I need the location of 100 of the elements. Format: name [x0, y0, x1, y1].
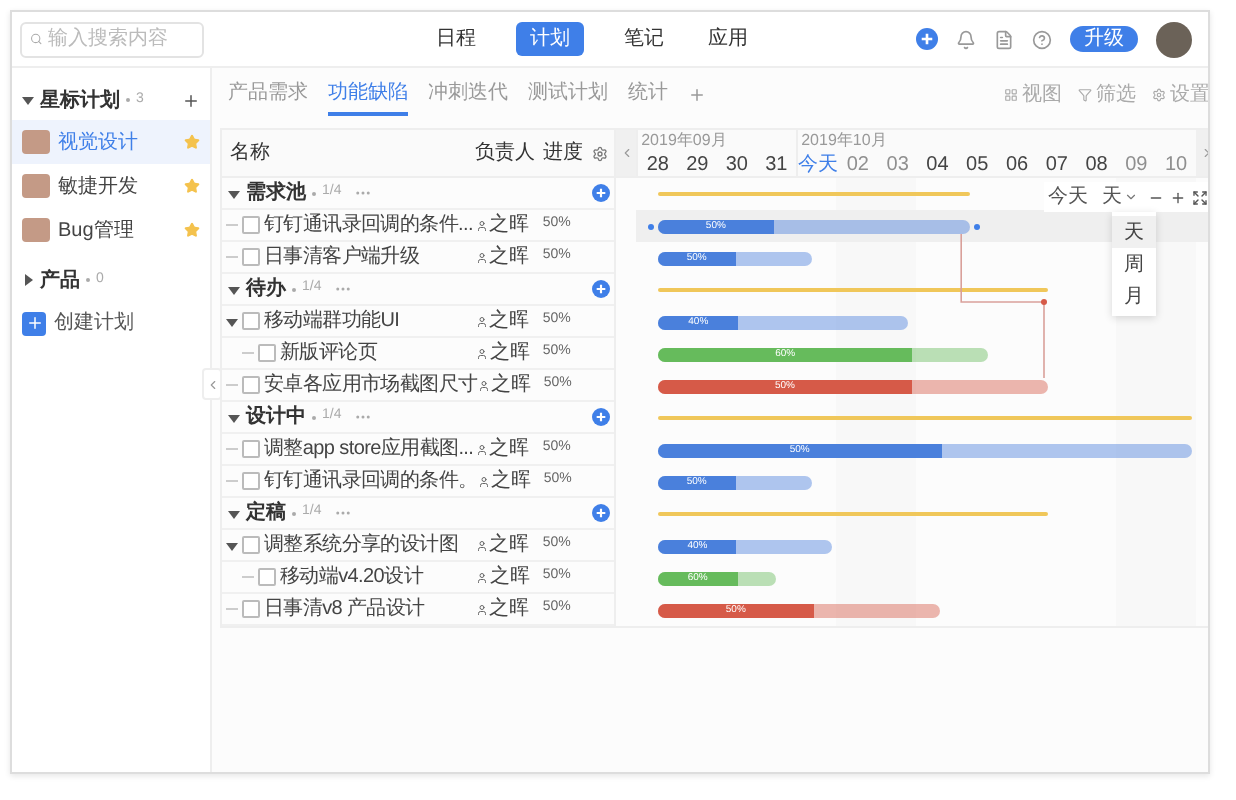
checkbox[interactable] — [242, 376, 260, 394]
add-icon[interactable] — [916, 28, 938, 50]
tab[interactable]: 统计 — [628, 72, 668, 116]
toolbar-button[interactable]: 筛选 — [1078, 79, 1136, 109]
handle-icon[interactable] — [973, 223, 980, 229]
menu-item[interactable]: 周 — [1112, 248, 1156, 280]
avatar[interactable] — [1156, 21, 1192, 57]
add-icon[interactable] — [591, 504, 610, 522]
caret-icon[interactable] — [226, 539, 238, 551]
zoom-in-icon[interactable] — [1170, 189, 1186, 205]
owner-name: 之晖 — [489, 307, 530, 336]
month-label: 2019年09月 — [639, 132, 729, 150]
today-button[interactable]: 今天 — [1044, 182, 1092, 212]
settings-icon[interactable] — [592, 145, 609, 161]
person-icon — [475, 315, 488, 327]
task-name: 日事清v8 产品设计 — [264, 595, 425, 624]
add-tab-icon[interactable] — [688, 85, 706, 103]
fullscreen-icon[interactable] — [1192, 189, 1208, 205]
column-header: 进度 — [542, 139, 585, 168]
owner-name: 之晖 — [489, 563, 530, 592]
caret-icon[interactable] — [228, 187, 240, 199]
owner-name: 之晖 — [489, 211, 530, 240]
dash-icon — [242, 576, 254, 578]
thumbnail-placeholder — [22, 130, 50, 154]
owner-name: 之晖 — [489, 339, 530, 368]
task-name: 日事清客户端升级 — [264, 243, 420, 272]
add-icon[interactable] — [182, 91, 200, 109]
caret-icon[interactable] — [22, 94, 34, 106]
search-field[interactable]: 输入搜索内容 — [20, 21, 204, 57]
group-name: 待办 — [246, 275, 286, 304]
add-icon[interactable] — [591, 184, 610, 202]
task-name: 安卓各应用市场截图尺寸 — [264, 371, 478, 400]
tab[interactable]: 测试计划 — [528, 72, 608, 116]
caret-icon[interactable] — [228, 283, 240, 295]
create-plan-button[interactable]: 创建计划 — [12, 308, 144, 338]
group-name: 设计中 — [246, 403, 306, 432]
collapse-button[interactable] — [202, 368, 222, 400]
group-name: 定稿 — [246, 498, 286, 528]
caret-icon[interactable] — [226, 315, 238, 327]
checkbox[interactable] — [242, 600, 260, 618]
upgrade-button[interactable]: 升级 — [1070, 26, 1138, 52]
owner-name: 之晖 — [491, 467, 532, 496]
day-label: 02 — [844, 152, 871, 178]
tab[interactable]: 冲刺迭代 — [428, 72, 508, 116]
section-title: 星标计划 — [40, 87, 120, 115]
caret-icon[interactable] — [228, 411, 240, 423]
checkbox[interactable] — [242, 248, 260, 266]
checkbox[interactable] — [258, 568, 276, 586]
dash-icon — [226, 384, 238, 386]
sidebar-item-label: 敏捷开发 — [58, 173, 138, 201]
document-icon[interactable] — [994, 29, 1014, 49]
star-icon[interactable] — [184, 178, 200, 194]
sidebar-item[interactable]: 敏捷开发 — [12, 164, 210, 208]
checkbox[interactable] — [258, 344, 276, 362]
add-icon[interactable] — [591, 408, 610, 426]
task-name: 钉钉通讯录回调的条件。 — [264, 467, 478, 496]
sidebar-item-label: 视觉设计 — [58, 129, 138, 157]
sidebar-item[interactable]: 视觉设计 — [12, 120, 210, 164]
caret-icon[interactable] — [228, 507, 240, 519]
checkbox[interactable] — [242, 472, 260, 490]
checkbox[interactable] — [242, 216, 260, 234]
person-icon — [475, 443, 488, 455]
column-header: 名称 — [228, 140, 272, 168]
help-icon[interactable] — [1032, 29, 1052, 49]
column-header: 负责人 — [475, 139, 538, 168]
menu-item[interactable]: 天 — [1112, 216, 1156, 248]
filter-icon — [1078, 87, 1092, 101]
dash-icon — [242, 352, 254, 354]
add-icon[interactable] — [591, 280, 610, 298]
search-icon — [30, 32, 43, 46]
dash-icon — [226, 224, 238, 226]
person-icon — [477, 475, 490, 487]
month-label: 2019年10月 — [799, 132, 889, 150]
sidebar-item[interactable]: Bug管理 — [12, 208, 210, 252]
tab[interactable]: 产品需求 — [228, 72, 308, 116]
day-label: 31 — [763, 152, 790, 178]
nav-tab[interactable]: 笔记 — [620, 22, 668, 56]
checkbox[interactable] — [242, 312, 260, 330]
caret-icon[interactable] — [22, 274, 34, 286]
bell-icon[interactable] — [956, 29, 976, 49]
menu-item[interactable]: 月 — [1112, 280, 1156, 312]
scale-dropdown[interactable]: 天 — [1098, 182, 1142, 212]
handle-icon[interactable] — [648, 223, 655, 229]
toolbar-button[interactable]: 视图 — [1004, 79, 1062, 109]
section-title: 产品 — [40, 267, 80, 295]
checkbox[interactable] — [242, 440, 260, 458]
dash-icon — [226, 480, 238, 482]
nav-tab[interactable]: 应用 — [704, 22, 752, 56]
nav-tab[interactable]: 日程 — [432, 22, 480, 56]
person-icon — [475, 219, 488, 231]
tab[interactable]: 功能缺陷 — [328, 72, 408, 116]
chevron-left-icon — [619, 146, 633, 160]
day-label: 07 — [1043, 152, 1070, 178]
checkbox[interactable] — [242, 536, 260, 554]
star-icon[interactable] — [184, 134, 200, 150]
day-label: 10 — [1163, 152, 1190, 178]
star-icon[interactable] — [184, 222, 200, 238]
owner-name: 之晖 — [491, 371, 532, 400]
person-icon — [475, 571, 488, 583]
nav-tab[interactable]: 计划 — [516, 22, 584, 56]
